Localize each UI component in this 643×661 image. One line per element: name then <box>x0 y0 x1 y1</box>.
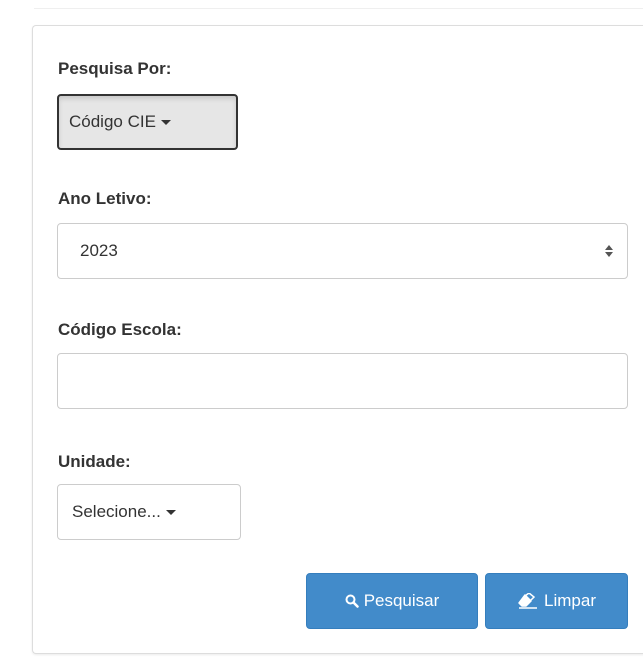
spinner-up-icon[interactable] <box>605 245 613 250</box>
spinner-down-icon[interactable] <box>605 252 613 257</box>
search-by-label: Pesquisa Por: <box>58 59 172 78</box>
school-year-label: Ano Letivo: <box>58 189 152 208</box>
unit-dropdown[interactable]: Selecione... <box>57 484 241 540</box>
number-spinner-icon[interactable] <box>605 245 613 257</box>
search-button-label: Pesquisar <box>363 591 440 610</box>
clear-button-label: Limpar <box>544 591 596 610</box>
clear-button[interactable]: Limpar <box>485 573 628 629</box>
unit-label: Unidade: <box>58 452 131 471</box>
page: Pesquisa Por: Código CIE Ano Letivo: 202… <box>0 0 643 661</box>
search-by-dropdown[interactable]: Código CIE <box>57 94 238 150</box>
search-icon <box>345 594 359 608</box>
search-button[interactable]: Pesquisar <box>306 573 478 629</box>
top-divider <box>34 0 643 9</box>
school-code-input[interactable] <box>57 353 628 409</box>
school-code-label: Código Escola: <box>58 320 182 339</box>
caret-down-icon <box>160 119 171 125</box>
search-by-selected: Código CIE <box>69 112 156 131</box>
unit-selected: Selecione... <box>72 502 161 521</box>
caret-down-icon <box>165 509 176 515</box>
school-year-value: 2023 <box>80 241 118 260</box>
school-year-input[interactable]: 2023 <box>57 223 628 279</box>
eraser-icon <box>517 593 539 609</box>
